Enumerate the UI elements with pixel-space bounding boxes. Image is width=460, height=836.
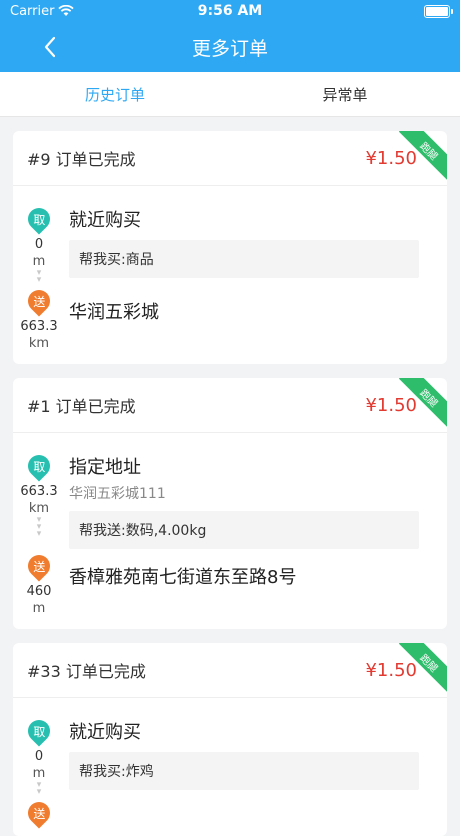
dropoff-stop: 送 663.3 km 华润五彩城 xyxy=(20,285,419,352)
pickup-address: 就近购买 xyxy=(69,722,141,743)
status-bar: Carrier 9:56 AM xyxy=(0,0,460,22)
dropoff-pin-icon: 送 xyxy=(23,550,55,582)
order-title: #1 订单已完成 xyxy=(27,397,136,416)
order-list: #9 订单已完成 ¥1.50 跑腿 取 0 m ▾ ▾ 就近购买 帮我买:商品 送 xyxy=(0,117,460,836)
order-card[interactable]: #1 订单已完成 ¥1.50 跑腿 取 663.3 km ▾ ▾ ▾ 指定地址 华润… xyxy=(13,378,447,629)
order-card[interactable]: #9 订单已完成 ¥1.50 跑腿 取 0 m ▾ ▾ 就近购买 帮我买:商品 送 xyxy=(13,131,447,364)
route-dots-icon: ▾ ▾ ▾ xyxy=(36,515,42,539)
order-note: 帮我送:数码,4.00kg xyxy=(69,511,419,549)
order-header: #9 订单已完成 ¥1.50 xyxy=(13,131,447,186)
nav-bar: 更多订单 xyxy=(0,22,460,72)
order-route: 取 0 m ▾ ▾ 就近购买 帮我买:炸鸡 送 xyxy=(13,698,447,836)
pickup-distance: 663.3 xyxy=(20,484,58,499)
dropoff-pin-icon: 送 xyxy=(23,797,55,829)
battery-icon xyxy=(424,4,453,18)
dropoff-distance: 460 xyxy=(26,584,52,599)
order-title: #9 订单已完成 xyxy=(27,150,136,169)
pickup-stop: 取 0 m ▾ ▾ 就近购买 帮我买:炸鸡 xyxy=(23,715,419,797)
chevron-left-icon xyxy=(44,36,56,58)
order-route: 取 0 m ▾ ▾ 就近购买 帮我买:商品 送 663.3 km 华润五彩城 xyxy=(13,186,447,364)
dropoff-address: 华润五彩城 xyxy=(69,302,159,323)
order-price: ¥1.50 xyxy=(365,394,417,416)
carrier-label: Carrier xyxy=(10,3,55,19)
page-title: 更多订单 xyxy=(191,37,268,60)
pickup-pin-icon: 取 xyxy=(23,203,55,235)
pickup-stop: 取 0 m ▾ ▾ 就近购买 帮我买:商品 xyxy=(23,203,419,285)
pickup-distance: 0 xyxy=(34,749,44,764)
dropoff-stop: 送 460 m 香樟雅苑南七街道东至路8号 xyxy=(23,550,419,617)
dropoff-stop: 送 xyxy=(23,797,419,829)
back-button[interactable] xyxy=(30,22,70,72)
order-price: ¥1.50 xyxy=(365,659,417,681)
order-note: 帮我买:炸鸡 xyxy=(69,752,419,790)
tab-bar: 历史订单 异常单 xyxy=(0,72,460,117)
pickup-address: 就近购买 xyxy=(69,210,141,231)
order-header: #33 订单已完成 ¥1.50 xyxy=(13,643,447,698)
status-time: 9:56 AM xyxy=(197,3,263,19)
pickup-stop: 取 663.3 km ▾ ▾ ▾ 指定地址 华润五彩城111 帮我送:数码,4.00… xyxy=(20,450,419,549)
route-dots-icon: ▾ ▾ xyxy=(36,268,42,285)
pickup-address: 指定地址 xyxy=(69,457,141,478)
order-price: ¥1.50 xyxy=(365,147,417,169)
order-header: #1 订单已完成 ¥1.50 xyxy=(13,378,447,433)
wifi-icon xyxy=(58,5,75,16)
tab-exception[interactable]: 异常单 xyxy=(230,72,460,116)
dropoff-pin-icon: 送 xyxy=(23,285,55,317)
order-title: #33 订单已完成 xyxy=(27,662,146,681)
pickup-pin-icon: 取 xyxy=(23,450,55,482)
order-card[interactable]: #33 订单已完成 ¥1.50 跑腿 取 0 m ▾ ▾ 就近购买 帮我买:炸鸡 … xyxy=(13,643,447,836)
dropoff-address: 香樟雅苑南七街道东至路8号 xyxy=(69,567,297,588)
pickup-pin-icon: 取 xyxy=(23,715,55,747)
tab-history[interactable]: 历史订单 xyxy=(0,72,230,116)
order-note: 帮我买:商品 xyxy=(69,240,419,278)
order-route: 取 663.3 km ▾ ▾ ▾ 指定地址 华润五彩城111 帮我送:数码,4.00… xyxy=(13,433,447,629)
dropoff-distance-unit: m xyxy=(32,601,46,616)
carrier-group: Carrier xyxy=(10,3,75,19)
dropoff-distance: 663.3 xyxy=(20,319,58,334)
dropoff-distance-unit: km xyxy=(28,336,50,351)
pickup-subaddress: 华润五彩城111 xyxy=(69,486,166,502)
pickup-distance: 0 xyxy=(34,237,44,252)
route-dots-icon: ▾ ▾ xyxy=(36,780,42,797)
